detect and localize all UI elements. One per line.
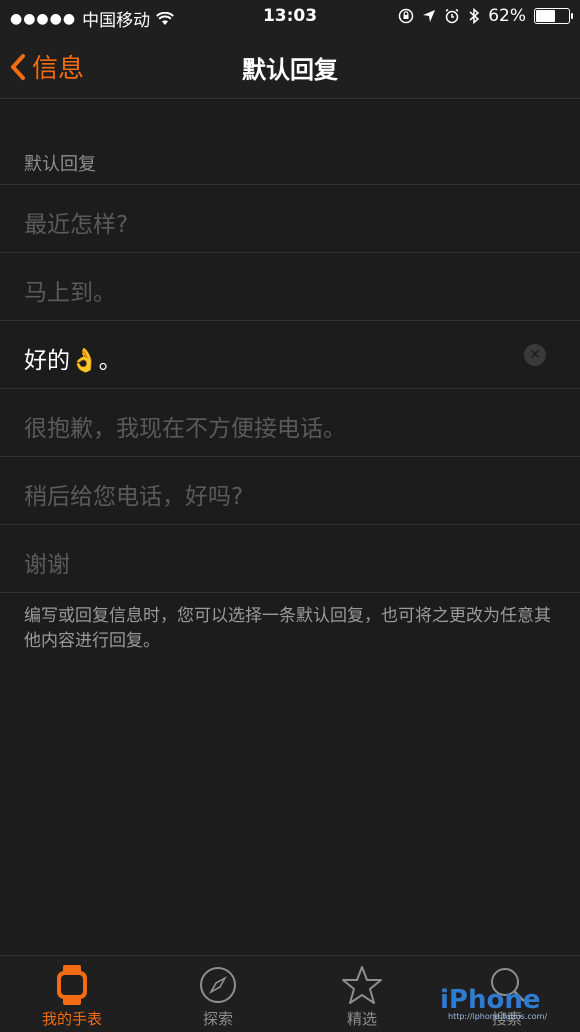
compass-icon	[200, 967, 236, 1003]
bluetooth-icon	[469, 8, 480, 24]
orientation-lock-icon	[398, 8, 414, 24]
reply-row-editing[interactable]: 好的👌。 ✕	[0, 321, 580, 389]
reply-text-prefix: 好的	[24, 348, 70, 374]
status-right: 62%	[398, 6, 573, 26]
battery-icon	[534, 8, 573, 24]
section-header: 默认回复	[24, 154, 96, 175]
page-title: 默认回复	[242, 56, 338, 84]
reply-row[interactable]: 很抱歉，我现在不方便接电话。	[0, 389, 580, 457]
tab-featured[interactable]: 精选	[307, 964, 417, 1029]
tab-my-watch[interactable]: 我的手表	[17, 964, 127, 1029]
tab-label: 探索	[202, 1010, 233, 1028]
reply-row[interactable]: 谢谢	[0, 525, 580, 593]
battery-fill	[536, 10, 555, 22]
reply-text: 最近怎样?	[24, 212, 129, 238]
reply-text: 谢谢	[24, 552, 70, 578]
tab-label: 我的手表	[41, 1010, 102, 1028]
reply-row[interactable]: 最近怎样?	[0, 185, 580, 253]
tab-explore[interactable]: 探索	[163, 964, 273, 1029]
tab-label: 精选	[346, 1010, 377, 1028]
status-bar: ●●●●● 中国移动 13:03 62%	[0, 0, 580, 34]
star-icon	[342, 966, 382, 1004]
reply-list: 最近怎样? 马上到。 好的👌。 ✕ 很抱歉，我现在不方便接电话。 稍后给您电话，…	[0, 184, 580, 593]
reply-row[interactable]: 马上到。	[0, 253, 580, 321]
watermark-logo: iPhone	[440, 985, 541, 1015]
navigation-bar: 信息 默认回复	[0, 34, 580, 99]
battery-percent: 62%	[488, 6, 526, 26]
reply-text-suffix: 。	[98, 348, 122, 374]
clear-text-icon[interactable]: ✕	[524, 344, 546, 366]
reply-text: 马上到。	[24, 280, 116, 306]
reply-text: 很抱歉，我现在不方便接电话。	[24, 416, 346, 442]
watch-icon	[57, 965, 87, 1005]
watermark-url: http://iphone.tgbus.com/	[448, 1012, 548, 1021]
location-icon	[423, 10, 436, 22]
reply-row[interactable]: 稍后给您电话，好吗?	[0, 457, 580, 525]
alarm-icon	[445, 8, 459, 24]
reply-text-field[interactable]: 好的👌。	[24, 341, 122, 375]
section-footnote: 编写或回复信息时，您可以选择一条默认回复，也可将之更改为任意其他内容进行回复。	[24, 606, 551, 651]
reply-text: 稍后给您电话，好吗?	[24, 484, 244, 510]
ok-hand-emoji-icon: 👌	[70, 348, 99, 374]
